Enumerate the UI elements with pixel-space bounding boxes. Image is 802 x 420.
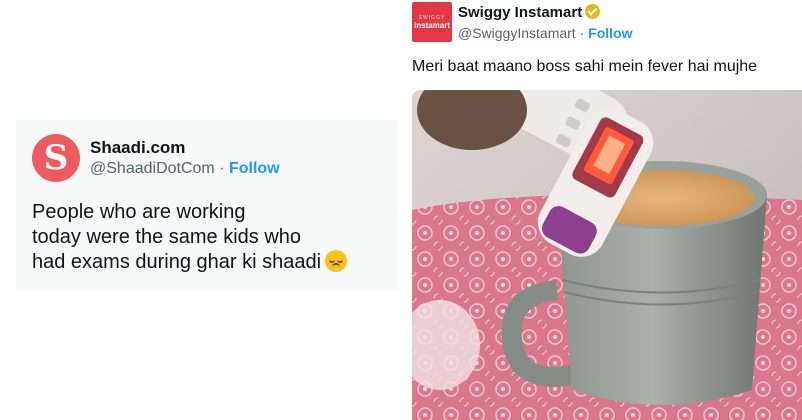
pensive-face-emoji-icon xyxy=(325,250,348,272)
swiggy-tweet-text: Meri baat maano boss sahi mein fever hai… xyxy=(412,58,758,75)
gold-verified-badge-icon xyxy=(585,4,601,19)
shaadi-tweet-line-3-row: had exams during ghar ki shaadi xyxy=(32,250,392,275)
swiggy-separator: · xyxy=(575,25,589,41)
shaadi-separator: · xyxy=(214,160,229,177)
panel-divider xyxy=(401,0,402,420)
swiggy-follow-button[interactable]: Follow xyxy=(588,25,632,41)
swiggy-instamart-avatar[interactable]: SWIGGY instamart xyxy=(412,2,452,42)
shaadi-handle-row: @ShaadiDotCom · Follow xyxy=(90,160,280,178)
shaadi-tweet-line-3: had exams during ghar ki shaadi xyxy=(32,251,322,273)
shaadi-avatar[interactable]: S xyxy=(32,134,80,182)
shaadi-tweet-text: People who are working today were the sa… xyxy=(32,200,392,275)
shaadi-tweet-line-2: today were the same kids who xyxy=(32,226,302,248)
shaadi-tweet-line-1: People who are working xyxy=(32,201,246,223)
thermometer-in-chai-photo xyxy=(412,90,802,420)
swiggy-avatar-bottom-text: instamart xyxy=(413,20,450,30)
shaadi-follow-button[interactable]: Follow xyxy=(229,160,280,177)
swiggy-display-name[interactable]: Swiggy Instamart xyxy=(458,4,582,21)
swiggy-handle-row: @SwiggyInstamart · Follow xyxy=(458,25,632,41)
shaadi-display-name[interactable]: Shaadi.com xyxy=(90,138,185,158)
tweet-photo[interactable] xyxy=(412,90,802,420)
shaadi-handle[interactable]: @ShaadiDotCom xyxy=(90,160,215,177)
shaadi-avatar-letter: S xyxy=(43,138,69,178)
swiggy-display-name-row: Swiggy Instamart xyxy=(458,4,601,21)
swiggy-handle[interactable]: @SwiggyInstamart xyxy=(458,25,576,41)
